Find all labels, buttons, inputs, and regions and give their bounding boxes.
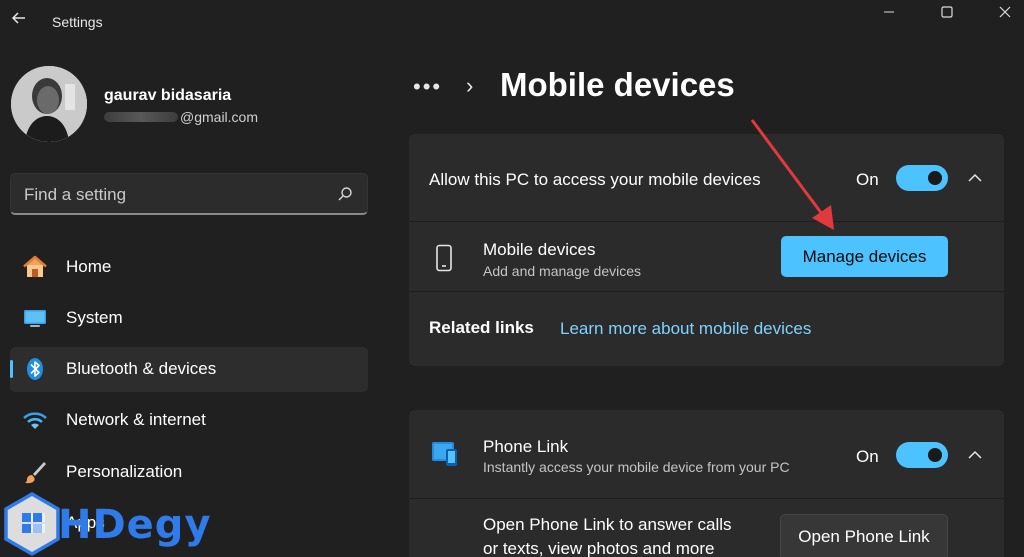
annotation-arrow xyxy=(750,119,834,230)
